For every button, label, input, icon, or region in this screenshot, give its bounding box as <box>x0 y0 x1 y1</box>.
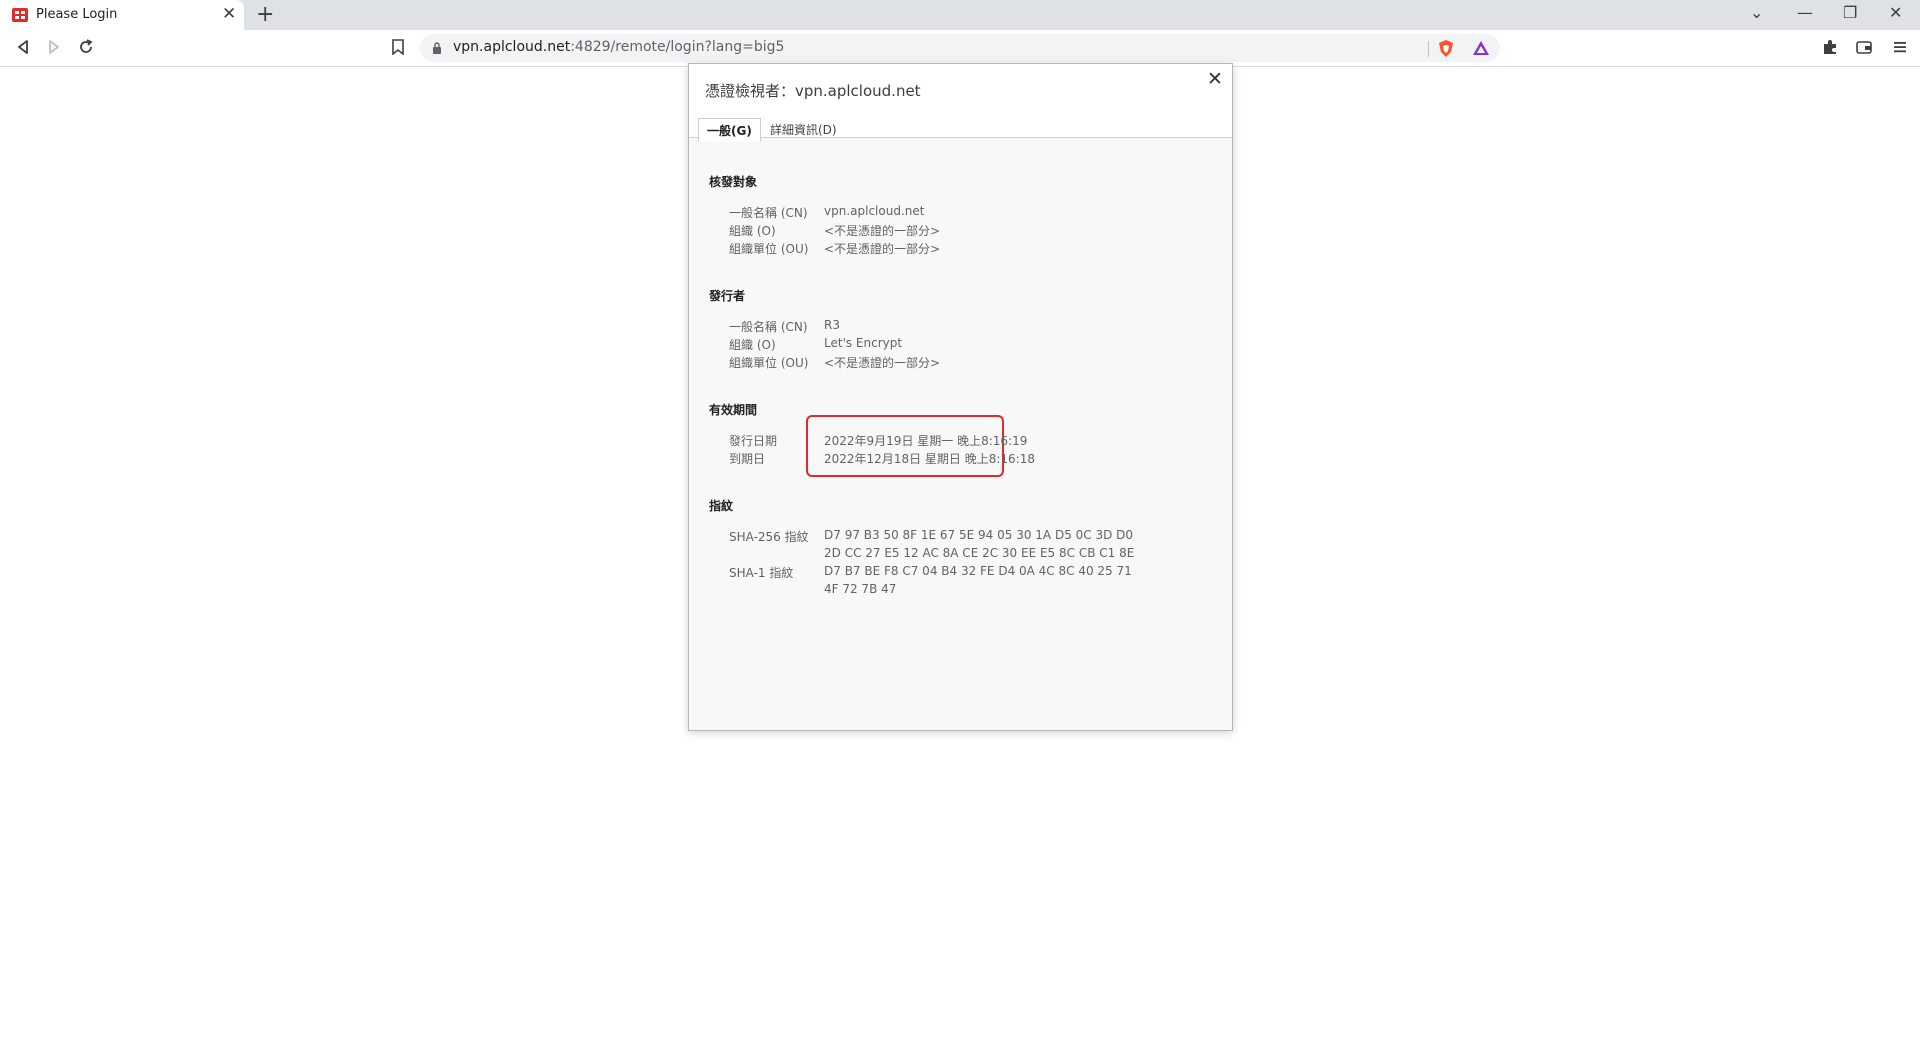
sha1-label: SHA-1 指紋 <box>729 566 794 580</box>
wallet-icon[interactable] <box>1855 38 1873 56</box>
subject-o-value: <不是憑證的一部分> <box>824 224 941 238</box>
certificate-viewer-dialog: 憑證檢視者：vpn.aplcloud.net ✕ 一般(G) 詳細資訊(D) 核… <box>688 63 1233 731</box>
extensions-icon[interactable] <box>1821 38 1839 56</box>
subject-ou-label: 組織單位 (OU) <box>729 242 809 256</box>
browser-tab[interactable]: Please Login ✕ <box>0 0 244 30</box>
subject-o-label: 組織 (O) <box>729 224 776 238</box>
minimize-button[interactable]: — <box>1797 3 1813 22</box>
forward-icon[interactable] <box>43 36 65 58</box>
tab-title: Please Login <box>36 7 118 22</box>
menu-icon[interactable] <box>1891 38 1909 56</box>
url-text[interactable]: vpn.aplcloud.net:4829/remote/login?lang=… <box>453 39 784 55</box>
reload-icon[interactable] <box>75 36 97 58</box>
subject-cn-label: 一般名稱 (CN) <box>729 206 808 220</box>
issued-date-value: 2022年9月19日 星期一 晚上8:16:19 <box>824 434 1028 448</box>
subject-ou-value: <不是憑證的一部分> <box>824 242 941 256</box>
issuer-o-value: Let's Encrypt <box>824 336 903 350</box>
validity-heading: 有效期間 <box>709 403 758 417</box>
sha1-value-line2: 4F 72 7B 47 <box>824 582 897 596</box>
tab-details[interactable]: 詳細資訊(D) <box>762 118 845 142</box>
close-window-button[interactable]: ✕ <box>1889 3 1902 22</box>
fingerprint-heading: 指紋 <box>709 499 734 513</box>
issued-date-label: 發行日期 <box>729 434 778 448</box>
brave-shields-icon[interactable] <box>1438 40 1454 57</box>
brave-rewards-icon[interactable] <box>1472 40 1490 56</box>
sha256-value-line1: D7 97 B3 50 8F 1E 67 5E 94 05 30 1A D5 0… <box>824 528 1134 542</box>
url-host: vpn.aplcloud.net <box>453 39 571 55</box>
issuer-heading: 發行者 <box>709 289 746 303</box>
dialog-title: 憑證檢視者：vpn.aplcloud.net <box>705 82 921 100</box>
tab-general[interactable]: 一般(G) <box>698 118 761 142</box>
address-bar[interactable]: vpn.aplcloud.net:4829/remote/login?lang=… <box>420 34 1500 62</box>
expiry-date-label: 到期日 <box>729 452 766 466</box>
restore-button[interactable]: ❐ <box>1843 3 1857 22</box>
tab-close-icon[interactable]: ✕ <box>222 4 236 24</box>
subject-heading: 核發對象 <box>709 175 758 189</box>
lock-icon[interactable] <box>432 42 442 54</box>
bookmark-icon[interactable] <box>392 39 404 55</box>
fortinet-favicon-icon <box>12 8 28 22</box>
url-path: :4829/remote/login?lang=big5 <box>570 39 785 55</box>
sha256-value-line2: 2D CC 27 E5 12 AC 8A CE 2C 30 EE E5 8C C… <box>824 546 1135 560</box>
issuer-ou-value: <不是憑證的一部分> <box>824 356 941 370</box>
browser-toolbar: vpn.aplcloud.net:4829/remote/login?lang=… <box>0 30 1920 67</box>
issuer-ou-label: 組織單位 (OU) <box>729 356 809 370</box>
sha1-value-line1: D7 B7 BE F8 C7 04 B4 32 FE D4 0A 4C 8C 4… <box>824 564 1132 578</box>
tab-search-icon[interactable]: ⌄ <box>1750 3 1763 22</box>
sha256-label: SHA-256 指紋 <box>729 530 809 544</box>
tab-strip: Please Login ✕ + ⌄ — ❐ ✕ <box>0 0 1920 30</box>
omnibox-separator <box>1428 41 1429 57</box>
issuer-cn-label: 一般名稱 (CN) <box>729 320 808 334</box>
new-tab-button[interactable]: + <box>256 2 274 27</box>
dialog-close-icon[interactable]: ✕ <box>1207 68 1223 90</box>
back-icon[interactable] <box>12 36 34 58</box>
issuer-cn-value: R3 <box>824 318 840 332</box>
subject-cn-value: vpn.aplcloud.net <box>824 204 925 218</box>
dialog-header: 憑證檢視者：vpn.aplcloud.net ✕ <box>689 64 1232 106</box>
issuer-o-label: 組織 (O) <box>729 338 776 352</box>
expiry-date-value: 2022年12月18日 星期日 晚上8:16:18 <box>824 452 1035 466</box>
